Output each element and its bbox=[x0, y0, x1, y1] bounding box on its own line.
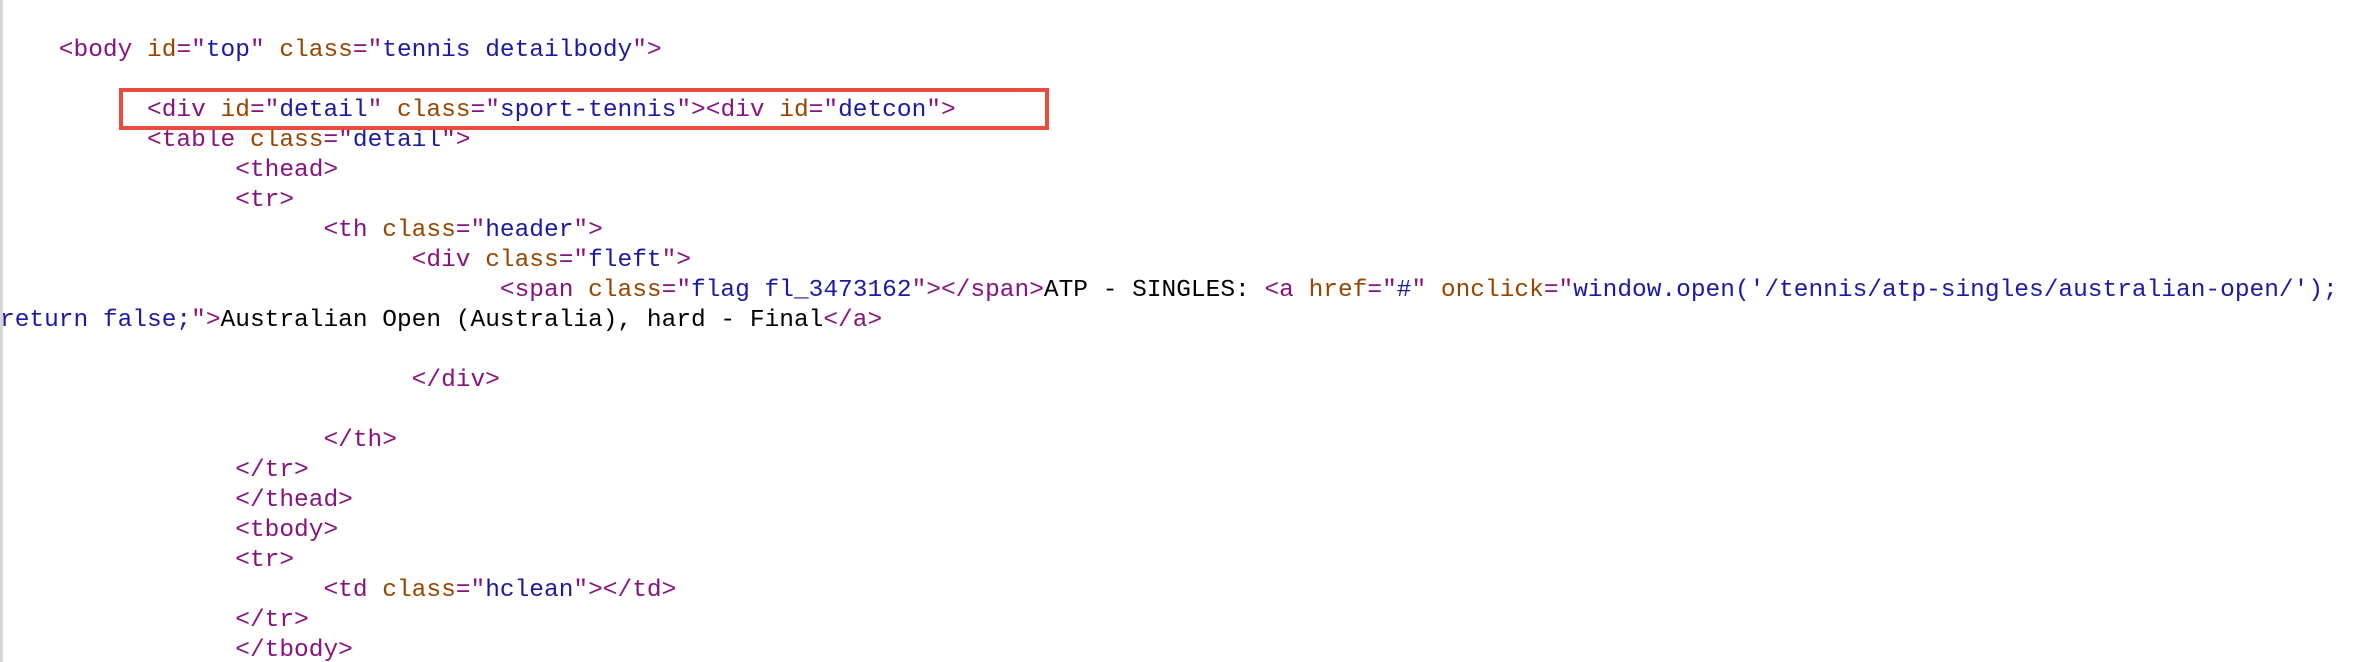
code-token: "> bbox=[573, 217, 603, 244]
code-token: onclick bbox=[1440, 277, 1544, 304]
code-token: class bbox=[279, 37, 353, 64]
code-token: <div bbox=[0, 247, 486, 274]
code-line[interactable]: <th class="header"> bbox=[0, 216, 2366, 246]
code-token: </a> bbox=[823, 307, 883, 334]
code-token: <table bbox=[0, 127, 250, 154]
code-token: tennis detailbody bbox=[382, 37, 633, 64]
code-token: fleft bbox=[588, 247, 662, 274]
code-line[interactable] bbox=[0, 336, 2366, 366]
code-token: flag fl_3473162 bbox=[691, 277, 912, 304]
code-line[interactable]: </th> bbox=[0, 426, 2366, 456]
code-token: =" bbox=[1367, 277, 1397, 304]
code-token: <span bbox=[0, 277, 589, 304]
code-line[interactable]: <span class="flag fl_3473162"></span>ATP… bbox=[0, 276, 2366, 306]
code-token: ATP - SINGLES: bbox=[1043, 277, 1265, 304]
code-token: "> bbox=[191, 307, 221, 334]
code-token: " bbox=[249, 37, 280, 64]
code-line[interactable]: </tbody> bbox=[0, 636, 2366, 662]
code-token: class bbox=[249, 127, 324, 154]
code-line[interactable]: </tr> bbox=[0, 606, 2366, 636]
code-line[interactable]: <table class="detail"> bbox=[0, 126, 2366, 156]
code-token: header bbox=[485, 217, 574, 244]
code-token: =" bbox=[323, 127, 353, 154]
code-token: detail bbox=[352, 127, 442, 154]
code-token: "></td> bbox=[573, 577, 677, 604]
code-token: return false; bbox=[0, 307, 192, 334]
code-token: =" bbox=[558, 247, 589, 274]
code-token: class bbox=[382, 577, 456, 604]
code-token: <a bbox=[1264, 277, 1309, 304]
code-line[interactable]: <body id="top" class="tennis detailbody"… bbox=[0, 36, 2366, 66]
code-token: class bbox=[588, 277, 662, 304]
code-token: </tr> bbox=[0, 457, 309, 484]
code-line[interactable]: <tr> bbox=[0, 186, 2366, 216]
code-line[interactable]: <tr> bbox=[0, 546, 2366, 576]
code-token: <body bbox=[0, 37, 148, 64]
code-token: </div> bbox=[0, 367, 500, 394]
code-line[interactable]: </thead> bbox=[0, 486, 2366, 516]
code-token: id bbox=[147, 37, 177, 64]
code-token: # bbox=[1396, 277, 1412, 304]
highlight-box bbox=[119, 88, 1049, 130]
code-token: <tr> bbox=[0, 187, 295, 214]
code-token: <tbody> bbox=[0, 517, 339, 544]
code-token: =" bbox=[661, 277, 692, 304]
code-token: <tr> bbox=[0, 547, 295, 574]
code-line[interactable]: <tbody> bbox=[0, 516, 2366, 546]
code-token: =" bbox=[455, 217, 486, 244]
source-viewer[interactable]: <body id="top" class="tennis detailbody"… bbox=[0, 0, 2366, 662]
code-token: =" bbox=[1543, 277, 1574, 304]
code-line[interactable]: <td class="hclean"></td> bbox=[0, 576, 2366, 606]
code-token: =" bbox=[352, 37, 383, 64]
code-token: =" bbox=[176, 37, 206, 64]
code-token: " bbox=[1411, 277, 1441, 304]
code-token: </thead> bbox=[0, 487, 353, 514]
code-line[interactable]: </tr> bbox=[0, 456, 2366, 486]
code-token: class bbox=[382, 217, 456, 244]
code-token: class bbox=[485, 247, 559, 274]
code-token: top bbox=[205, 37, 250, 64]
code-token: <thead> bbox=[0, 157, 339, 184]
code-token: window.open('/tennis/atp-singles/austral… bbox=[1573, 277, 2338, 304]
code-line[interactable]: return false;">Australian Open (Australi… bbox=[0, 306, 2366, 336]
code-line[interactable]: <thead> bbox=[0, 156, 2366, 186]
code-token: hclean bbox=[485, 577, 574, 604]
code-token: <th bbox=[0, 217, 383, 244]
code-token: </tbody> bbox=[0, 637, 353, 662]
code-line[interactable]: </div> bbox=[0, 366, 2366, 396]
code-token: =" bbox=[455, 577, 486, 604]
code-token: "> bbox=[441, 127, 471, 154]
code-line[interactable]: <div class="fleft"> bbox=[0, 246, 2366, 276]
code-token: "> bbox=[661, 247, 692, 274]
code-line[interactable] bbox=[0, 396, 2366, 426]
code-token: href bbox=[1308, 277, 1368, 304]
code-token: "> bbox=[632, 37, 662, 64]
code-token: <td bbox=[0, 577, 383, 604]
code-token: </th> bbox=[0, 427, 397, 454]
code-token: </tr> bbox=[0, 607, 309, 634]
code-token: Australian Open (Australia), hard - Fina… bbox=[220, 307, 824, 334]
code-token: "></span> bbox=[911, 277, 1044, 304]
